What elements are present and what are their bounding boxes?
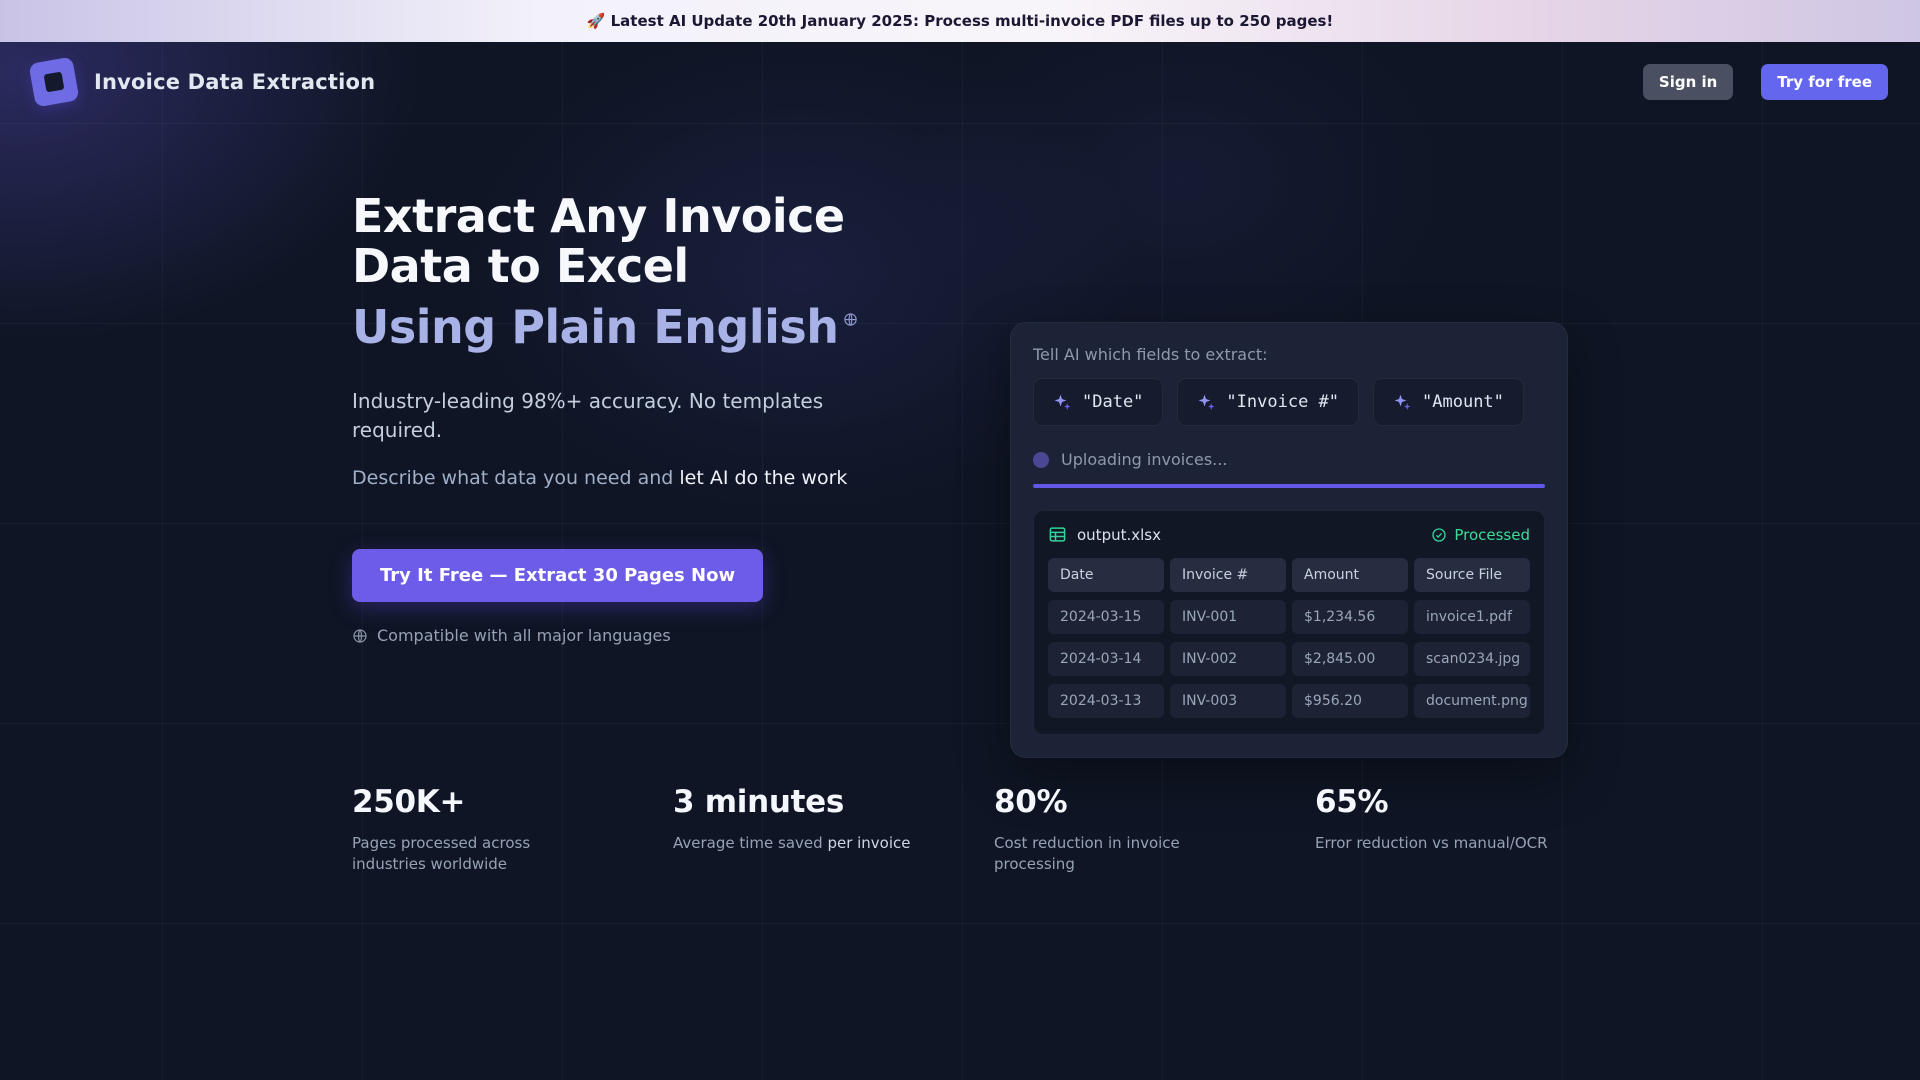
table-cell: $1,234.56 xyxy=(1292,600,1408,634)
table-cell: $956.20 xyxy=(1292,684,1408,718)
stat-time-saved: 3 minutes Average time saved per invoice xyxy=(673,784,994,875)
table-header-invoice: Invoice # xyxy=(1170,558,1286,592)
table-header-date: Date xyxy=(1048,558,1164,592)
stat-cost-reduction: 80% Cost reduction in invoice processing xyxy=(994,784,1315,875)
check-circle-icon xyxy=(1431,527,1447,543)
stat-pages-processed: 250K+ Pages processed across industries … xyxy=(352,784,673,875)
field-chip-amount[interactable]: "Amount" xyxy=(1373,378,1524,426)
brand-logo-icon xyxy=(29,57,80,108)
globe-superscript-icon xyxy=(843,312,858,327)
table-cell: INV-001 xyxy=(1170,600,1286,634)
hero-title-accent: Using Plain English xyxy=(352,303,912,353)
stat-label: Cost reduction in invoice processing xyxy=(994,833,1244,875)
stat-label: Average time saved per invoice xyxy=(673,833,923,854)
table-header-source: Source File xyxy=(1414,558,1530,592)
hero-title-line1: Extract Any Invoice xyxy=(352,192,912,242)
header: Invoice Data Extraction Sign in Try for … xyxy=(0,42,1920,122)
field-chip-label: "Invoice #" xyxy=(1226,392,1339,412)
hero-description-prefix: Describe what data you need and xyxy=(352,467,679,489)
announcement-banner: 🚀 Latest AI Update 20th January 2025: Pr… xyxy=(0,0,1920,42)
field-chips-row: "Date" "Invoice #" "Amount" xyxy=(1033,378,1545,426)
hero-description-highlight: let AI do the work xyxy=(679,467,847,489)
stat-error-reduction: 65% Error reduction vs manual/OCR xyxy=(1315,784,1636,875)
table-cell: 2024-03-13 xyxy=(1048,684,1164,718)
upload-progress-bar xyxy=(1033,484,1545,488)
field-chip-label: "Date" xyxy=(1082,392,1143,412)
hero-description: Describe what data you need and let AI d… xyxy=(352,467,912,489)
stat-value: 65% xyxy=(1315,784,1636,820)
uploading-status-row: Uploading invoices... xyxy=(1033,450,1545,469)
stat-value: 80% xyxy=(994,784,1315,820)
stat-label: Pages processed across industries worldw… xyxy=(352,833,602,875)
sparkles-icon xyxy=(1197,393,1216,412)
sparkles-icon xyxy=(1053,393,1072,412)
brand-logo-hole xyxy=(44,72,65,93)
table-cell: invoice1.pdf xyxy=(1414,600,1530,634)
table-cell: $2,845.00 xyxy=(1292,642,1408,676)
uploading-text: Uploading invoices... xyxy=(1061,450,1227,469)
output-file-header: output.xlsx Processed xyxy=(1048,525,1530,544)
table-header-amount: Amount xyxy=(1292,558,1408,592)
sparkles-icon xyxy=(1393,393,1412,412)
stat-value: 250K+ xyxy=(352,784,673,820)
table-cell: INV-003 xyxy=(1170,684,1286,718)
announcement-text: 🚀 Latest AI Update 20th January 2025: Pr… xyxy=(587,12,1334,30)
field-chip-label: "Amount" xyxy=(1422,392,1504,412)
prompt-label: Tell AI which fields to extract: xyxy=(1033,345,1545,364)
table-cell: 2024-03-14 xyxy=(1048,642,1164,676)
upload-progress-fill xyxy=(1033,484,1545,488)
sign-in-button[interactable]: Sign in xyxy=(1643,64,1733,100)
hero-title-line2: Data to Excel xyxy=(352,242,912,292)
status-badge: Processed xyxy=(1431,526,1530,544)
stats-section: 250K+ Pages processed across industries … xyxy=(352,784,1636,875)
table-cell: document.png xyxy=(1414,684,1530,718)
upload-spinner-dot xyxy=(1033,452,1049,468)
field-chip-invoice-number[interactable]: "Invoice #" xyxy=(1177,378,1359,426)
compatibility-line: Compatible with all major languages xyxy=(352,626,912,645)
stat-value: 3 minutes xyxy=(673,784,994,820)
spreadsheet-icon xyxy=(1048,525,1067,544)
hero-copy: Extract Any Invoice Data to Excel Using … xyxy=(352,192,912,645)
extraction-demo-panel: Tell AI which fields to extract: "Date" … xyxy=(1010,322,1568,758)
status-text: Processed xyxy=(1454,526,1530,544)
table-cell: scan0234.jpg xyxy=(1414,642,1530,676)
output-file-name: output.xlsx xyxy=(1077,526,1161,544)
output-file-card: output.xlsx Processed Date Invoice # Amo… xyxy=(1033,510,1545,735)
extracted-data-table: Date Invoice # Amount Source File 2024-0… xyxy=(1048,558,1530,718)
hero-title-line3: Using Plain English xyxy=(352,300,839,354)
table-cell: 2024-03-15 xyxy=(1048,600,1164,634)
stat-label: Error reduction vs manual/OCR xyxy=(1315,833,1565,854)
field-chip-date[interactable]: "Date" xyxy=(1033,378,1163,426)
try-for-free-button[interactable]: Try for free xyxy=(1761,64,1888,100)
table-cell: INV-002 xyxy=(1170,642,1286,676)
cta-button[interactable]: Try It Free — Extract 30 Pages Now xyxy=(352,549,763,602)
brand-name: Invoice Data Extraction xyxy=(94,70,375,94)
compatibility-text: Compatible with all major languages xyxy=(377,626,671,645)
globe-icon xyxy=(352,628,368,644)
hero-title: Extract Any Invoice Data to Excel xyxy=(352,192,912,291)
hero-subtitle: Industry-leading 98%+ accuracy. No templ… xyxy=(352,387,832,445)
